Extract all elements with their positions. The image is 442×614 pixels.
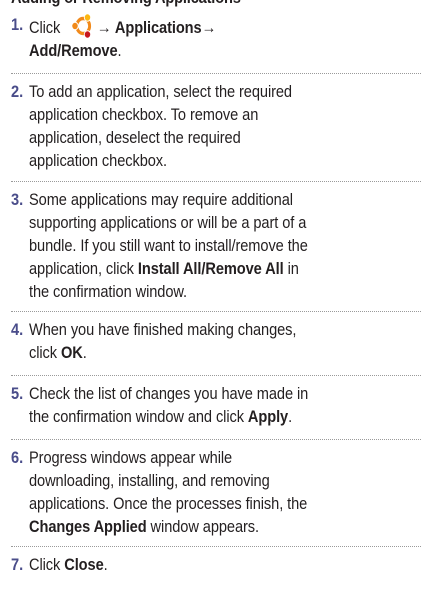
step-text-emphasis: Apply [247,407,289,426]
step-number: 7. [11,555,24,574]
step-text-run: Click [29,555,65,574]
step-text: To add an application, select the requir… [29,80,442,172]
step-text: Some applications may require additional… [29,188,442,303]
step-text-run: applications. Once the processes finish,… [29,494,308,513]
step-text: Click → Applications→ Add/Remove. [29,13,442,62]
step-text-run: When you have finished making changes, [29,320,297,339]
step-divider [11,181,421,182]
step-text-run: in [283,259,299,278]
step-divider [11,439,421,440]
step-text-run: bundle. If you still want to install/rem… [29,236,308,255]
step-divider [11,375,421,376]
step-divider [11,73,421,74]
step-text-run: . [288,407,293,426]
step-number: 3. [11,190,24,209]
step-text-run: application checkbox. To remove an [29,105,259,124]
step-text-run: window appears. [146,517,260,536]
step-text-run: Click [29,18,65,37]
step-text: Click Close. [29,553,442,576]
step-text-emphasis: Close [64,555,104,574]
step-text-emphasis: OK [60,343,83,362]
step-number: 2. [11,82,24,101]
step-text-run: To add an application, select the requir… [29,82,292,101]
step-text-run: the confirmation window. [29,282,188,301]
ubuntu-logo-icon [71,13,92,39]
step-divider [11,311,421,312]
step-text-emphasis: Install All/Remove All [137,259,284,278]
step-text-run: application, deselect the required [29,128,241,147]
step-number: 6. [11,448,24,467]
step-text: Progress windows appear while downloading… [29,446,442,538]
step-text: Check the list of changes you have made … [29,382,442,428]
step-text-run: . [117,41,122,60]
step-divider [11,546,421,547]
step-text-emphasis: Changes Applied [29,517,147,536]
step-text-run: Check the list of changes you have made … [29,384,309,403]
step-text-run: downloading, installing, and removing [29,471,270,490]
step-number: 5. [11,384,24,403]
step-number: 1. [11,15,24,34]
step-text-run: Progress windows appear while [29,448,233,467]
step-text-emphasis: Add/Remove [29,41,118,60]
step-text-run: application checkbox. [29,151,167,170]
step-number: 4. [11,320,24,339]
document-page: Adding or Removing Applications 1. Click… [0,0,442,614]
step-text-run: Some applications may require additional [29,190,293,209]
step-text-emphasis: → Applications→ [96,18,217,37]
step-text-run: the confirmation window and click [29,407,248,426]
step-text-run: supporting applications or will be a par… [29,213,307,232]
step-text-run: . [82,343,87,362]
step-text: When you have finished making changes, cl… [29,318,442,364]
section-heading: Adding or Removing Applications [11,0,241,8]
step-text-run: . [103,555,108,574]
step-text-run: application, click [29,259,138,278]
step-text-run: click [29,343,61,362]
